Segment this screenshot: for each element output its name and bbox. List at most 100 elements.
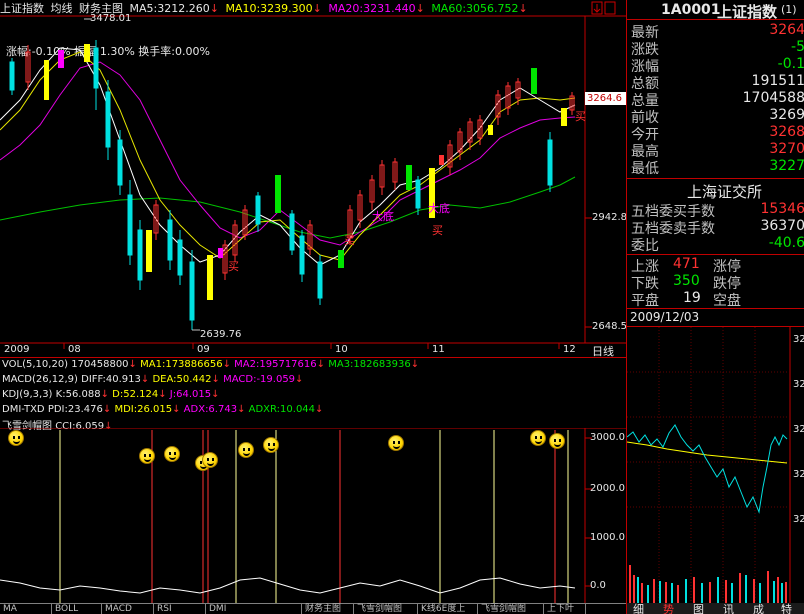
smiley-signal-icon xyxy=(530,430,546,446)
quote-row-amount: 总额 191511 xyxy=(631,73,804,92)
cci-axis-label: 3000.0 xyxy=(590,432,625,443)
ma10-line xyxy=(0,51,576,261)
vol-ma1: MA1:173886656 xyxy=(140,359,223,370)
decline-row: 下跌 350 跌停 xyxy=(631,273,741,292)
price-axis-label-1: 2942.8 xyxy=(592,212,627,223)
exchange-name: 上海证交所 xyxy=(687,183,763,201)
tab-macd[interactable]: MACD xyxy=(102,604,154,614)
intraday-mini-chart[interactable] xyxy=(627,327,804,605)
vol-ma2: MA2:195717616 xyxy=(234,359,317,370)
panel-bottom-tabs: 细 势 图 讯 成 特 xyxy=(627,603,804,614)
quote-header: 1A0001 上证指数 (1) xyxy=(627,0,804,21)
smiley-signal-icon xyxy=(549,433,565,449)
buy-signal: 买 xyxy=(228,260,239,273)
macd-dea: DEA:50.442 xyxy=(152,374,212,385)
current-price-tag: 3264.6 xyxy=(585,92,626,105)
vol-ma3: MA3:182683936 xyxy=(328,359,411,370)
tab-fx[interactable]: 飞雪剑帽图 xyxy=(354,604,418,614)
tab-k6e[interactable]: K线6E度上 xyxy=(418,604,478,614)
ask-row: 五档委卖手数 36370 xyxy=(631,218,804,237)
tab-ma[interactable]: MA xyxy=(0,604,52,614)
panel-tab[interactable]: 特 xyxy=(781,601,792,614)
mini-axis-label: 32 xyxy=(793,334,804,345)
panel-tab[interactable]: 细 xyxy=(633,601,644,614)
cci-chart[interactable] xyxy=(0,428,626,603)
cci-line xyxy=(0,577,576,594)
smiley-signal-icon xyxy=(164,446,180,462)
panel-tab[interactable]: 成 xyxy=(753,601,764,614)
bottom-signal: 大底 xyxy=(428,202,450,215)
tab-boll[interactable]: BOLL xyxy=(52,604,102,614)
mini-axis-label: 32 xyxy=(793,379,804,390)
stock-name: 上证指数 xyxy=(717,3,778,21)
buy-signal: 买 xyxy=(575,110,586,123)
flat-row: 平盘 19 空盘 xyxy=(631,290,741,309)
vol-readout[interactable]: VOL(5,10,20) 170458800↓ MA1:173886656↓ M… xyxy=(2,359,419,370)
quote-row-volume: 总量 1704588 xyxy=(631,90,804,109)
mini-axis-label: 32 xyxy=(793,424,804,435)
macd-value: MACD:-19.059 xyxy=(223,374,296,385)
quote-row-latest: 最新 3264 xyxy=(631,22,804,41)
macd-readout[interactable]: MACD(26,12,9) DIFF:40.913↓ DEA:50.442↓ M… xyxy=(2,374,303,385)
dmi-label: DMI-TXD xyxy=(2,404,45,415)
ratio-row: 委比 -40.6 xyxy=(631,235,804,254)
tab-fx2[interactable]: 飞雪剑帽图 xyxy=(478,604,544,614)
bottom-signal: 大底 xyxy=(372,210,394,223)
quote-row-change-pct: 涨幅 -0.1 xyxy=(631,56,804,75)
advance-row: 上涨 471 涨停 xyxy=(631,256,741,275)
smiley-signal-icon xyxy=(238,442,254,458)
low-price-label: 2639.76 xyxy=(200,329,242,340)
tab-dmi[interactable]: DMI xyxy=(206,604,302,614)
mini-axis-label: 32 xyxy=(793,514,804,525)
intraday-date: 2009/12/03 xyxy=(630,310,700,324)
tab-finance[interactable]: 财务主图 xyxy=(302,604,354,614)
cci-axis-label: 1000.0 xyxy=(590,532,625,543)
quote-row-change: 涨跌 -5 xyxy=(631,39,804,58)
dmi-pdi: PDI:23.476 xyxy=(47,404,103,415)
stock-code: 1A0001 xyxy=(661,2,721,18)
buy-signal: 买 xyxy=(432,224,443,237)
panel-tab[interactable]: 势 xyxy=(663,601,674,614)
kdj-k: K:56.088 xyxy=(55,389,101,400)
quote-row-open: 今开 3268 xyxy=(631,124,804,143)
high-price-label: 3478.01 xyxy=(90,13,132,24)
ma20-line xyxy=(0,61,576,246)
tab-updown[interactable]: 上下叶穴 xyxy=(544,604,586,614)
macd-label: MACD(26,12,9) xyxy=(2,374,78,385)
quote-row-low: 最低 3227 xyxy=(631,158,804,177)
quote-row-high: 最高 3270 xyxy=(631,141,804,160)
price-axis-label-2: 2648.5 xyxy=(592,321,627,332)
mini-axis-label: 32 xyxy=(793,469,804,480)
dmi-adxr: ADXR:10.044 xyxy=(248,404,316,415)
candles xyxy=(9,40,575,330)
dmi-readout[interactable]: DMI-TXD PDI:23.476↓ MDI:26.015↓ ADX:6.74… xyxy=(2,404,323,415)
panel-tab[interactable]: 图 xyxy=(693,601,704,614)
cci-axis-label: 2000.0 xyxy=(590,483,625,494)
ma5-line xyxy=(0,47,576,266)
tab-rsi[interactable]: RSI xyxy=(154,604,206,614)
smiley-signal-icon xyxy=(388,435,404,451)
vol-label: VOL(5,10,20) xyxy=(2,359,69,370)
buy-signal: 买 xyxy=(344,234,355,247)
stock-suffix: (1) xyxy=(781,3,797,16)
quote-panel: 1A0001 上证指数 (1) 最新 3264 涨跌 -5 涨幅 -0.1 总额 191… xyxy=(626,0,804,614)
kdj-j: J:64.015 xyxy=(169,389,212,400)
dmi-adx: ADX:6.743 xyxy=(183,404,238,415)
smiley-signal-icon xyxy=(8,430,24,446)
smiley-signal-icon xyxy=(202,452,218,468)
kdj-d: D:52.124 xyxy=(112,389,159,400)
kline-chart[interactable] xyxy=(0,0,626,360)
quote-row-prev-close: 前收 3269 xyxy=(631,107,804,126)
macd-diff: DIFF:40.913 xyxy=(81,374,141,385)
dmi-mdi: MDI:26.015 xyxy=(114,404,173,415)
time-axis-ticks xyxy=(63,343,560,349)
smiley-signal-icon xyxy=(139,448,155,464)
smiley-signal-icon xyxy=(263,437,279,453)
panel-tab[interactable]: 讯 xyxy=(723,601,734,614)
ma60-line xyxy=(0,176,576,239)
vol-value: 170458800 xyxy=(71,359,129,370)
kdj-readout[interactable]: KDJ(9,3,3) K:56.088↓ D:52.124↓ J:64.015↓ xyxy=(2,389,220,400)
indicator-tab-bar: MA BOLL MACD RSI DMI 财务主图 飞雪剑帽图 K线6E度上 飞… xyxy=(0,603,626,614)
bid-row: 五档委买手数 15346 xyxy=(631,201,804,220)
kdj-label: KDJ(9,3,3) xyxy=(2,389,53,400)
